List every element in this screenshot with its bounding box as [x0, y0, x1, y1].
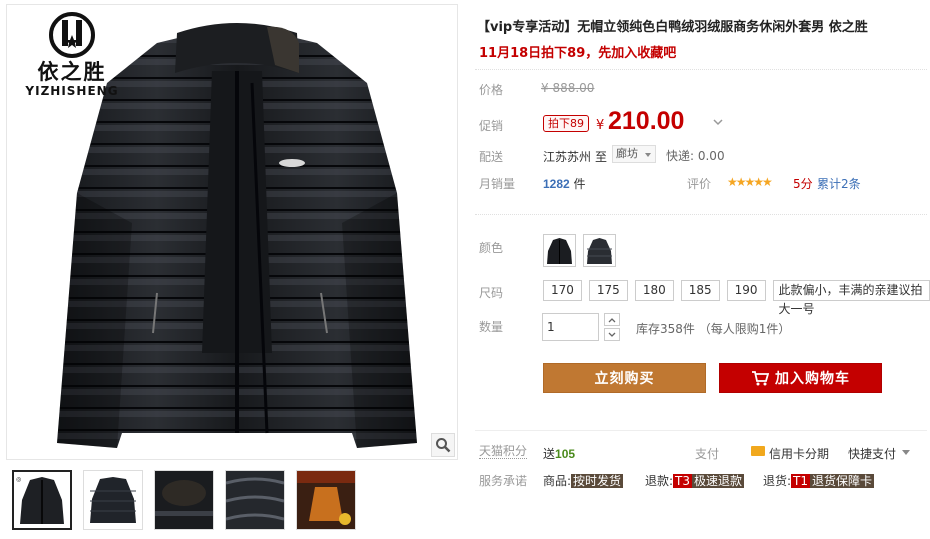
points-send-text: 送 [543, 447, 556, 461]
thumbnail-jacket-back [90, 477, 136, 523]
points-number: 105 [555, 447, 576, 461]
thumbnail-strip: ◎ [12, 470, 356, 530]
service-refund-code: T3 [673, 474, 693, 488]
reviews-link[interactable]: 累计2条 [817, 175, 861, 192]
size-option-170[interactable]: 170 [543, 280, 582, 301]
thumbnail-3[interactable] [154, 470, 214, 530]
quick-pay-dropdown[interactable]: 快捷支付 [848, 445, 911, 462]
zoom-button[interactable] [431, 433, 455, 457]
brand-logo-block: 依之胜 YIZHISHENG [13, 11, 131, 98]
ship-to-text: 至 [595, 150, 608, 164]
product-subtitle: 11月18日拍下89，先加入收藏吧 [479, 46, 677, 61]
swatch-jacket-image [587, 238, 612, 264]
original-price: ¥ 888.00 [541, 81, 595, 95]
divider [475, 214, 927, 215]
magnifier-icon [436, 438, 451, 453]
shipping-fee: 快递: 0.00 [666, 149, 725, 163]
credit-installment[interactable]: 信用卡分期 [769, 445, 829, 462]
chevron-down-icon[interactable] [713, 118, 723, 126]
thumbnail-2[interactable] [83, 470, 143, 530]
sales-number: 1282 [543, 177, 570, 191]
shipping-label: 配送 [479, 150, 504, 164]
sales-label: 月销量 [479, 177, 516, 191]
brand-logo-icon [49, 12, 95, 58]
thumbnail-1[interactable]: ◎ [12, 470, 72, 530]
credit-card-icon [751, 446, 765, 456]
sales-count: 1282 件 [543, 175, 586, 192]
ship-to-city: 廊坊 [616, 147, 638, 160]
brand-name-cn: 依之胜 [37, 59, 107, 84]
add-to-cart-button[interactable]: 加入购物车 [719, 363, 882, 393]
quantity-label: 数量 [479, 320, 504, 334]
main-product-image[interactable]: 依之胜 YIZHISHENG [6, 4, 458, 460]
color-label: 颜色 [479, 241, 504, 255]
service-label: 服务承诺 [479, 474, 528, 488]
size-option-175[interactable]: 175 [588, 280, 628, 301]
divider [475, 430, 927, 431]
points-value: 送105 [543, 445, 575, 462]
thumbnail-promo-graphic [297, 471, 355, 529]
service-return-label: 退货: [763, 474, 792, 488]
product-gallery: 依之胜 YIZHISHENG ◎ [0, 0, 460, 539]
service-return-code: T1 [791, 474, 811, 488]
currency-symbol: ¥ [596, 118, 605, 133]
promo-tag: 拍下89 [543, 115, 589, 132]
chevron-up-icon [608, 317, 616, 322]
thumbnail-collar-detail [155, 471, 213, 529]
product-title: 【vip专享活动】无帽立领纯色白鸭绒羽绒服商务休闲外套男 依之胜 [477, 20, 868, 35]
promo-price: 210.00 [608, 107, 685, 135]
quantity-decrease-button[interactable] [604, 328, 620, 341]
size-option-190[interactable]: 190 [726, 280, 766, 301]
rating-score: 5分 [793, 177, 813, 191]
size-label: 尺码 [479, 286, 504, 300]
buy-now-button[interactable]: 立刻购买 [543, 363, 706, 393]
thumbnail-jacket-front: ◎ [16, 476, 64, 524]
service-return-tag[interactable]: 退货保障卡 [810, 474, 875, 488]
thumbnail-fabric-detail [226, 471, 284, 529]
quantity-input[interactable] [542, 313, 599, 341]
brand-name-en: YIZHISHENG [25, 84, 119, 98]
price-label: 价格 [479, 83, 504, 97]
service-goods-label: 商品: [543, 474, 572, 488]
chevron-down-icon [608, 332, 616, 337]
payment-label: 支付 [695, 447, 720, 461]
service-goods-tag[interactable]: 按时发货 [571, 474, 624, 488]
service-refund-tag[interactable]: 极速退款 [692, 474, 745, 488]
sales-unit: 件 [573, 177, 586, 191]
rating-label: 评价 [687, 177, 712, 191]
service-refund-label: 退款: [645, 474, 674, 488]
buy-now-label: 立刻购买 [594, 371, 655, 387]
promo-label: 促销 [479, 119, 504, 133]
color-swatch-1[interactable] [543, 234, 576, 267]
color-swatch-2[interactable] [583, 234, 616, 267]
ship-from: 江苏苏州 [543, 150, 592, 164]
svg-text:◎: ◎ [16, 476, 21, 483]
product-info-panel: 【vip专享活动】无帽立领纯色白鸭绒羽绒服商务休闲外套男 依之胜 11月18日拍… [475, 0, 930, 539]
service-refund: 退款: T3 极速退款 [645, 472, 745, 489]
size-option-185[interactable]: 185 [680, 280, 720, 301]
stock-info: 库存358件 （每人限购1件） [636, 322, 791, 336]
swatch-jacket-image [547, 238, 572, 264]
ship-to-dropdown[interactable]: 廊坊 [612, 145, 656, 163]
quantity-increase-button[interactable] [604, 313, 620, 326]
size-note: 此款偏小，丰满的亲建议拍大一号 [772, 280, 930, 316]
service-return: 退货: T1 退货保障卡 [763, 472, 875, 489]
service-goods: 商品: 按时发货 [543, 472, 624, 489]
size-option-180[interactable]: 180 [634, 280, 674, 301]
rating-stars: ★★★★★ [727, 175, 773, 189]
points-label[interactable]: 天猫积分 [479, 445, 528, 459]
divider [475, 69, 927, 70]
add-to-cart-label: 加入购物车 [775, 371, 850, 387]
thumbnail-4[interactable] [225, 470, 285, 530]
cart-icon [752, 371, 769, 386]
thumbnail-5[interactable] [296, 470, 356, 530]
size-options: 170 175 180 185 190 此款偏小，丰满的亲建议拍大一号 [543, 280, 930, 316]
